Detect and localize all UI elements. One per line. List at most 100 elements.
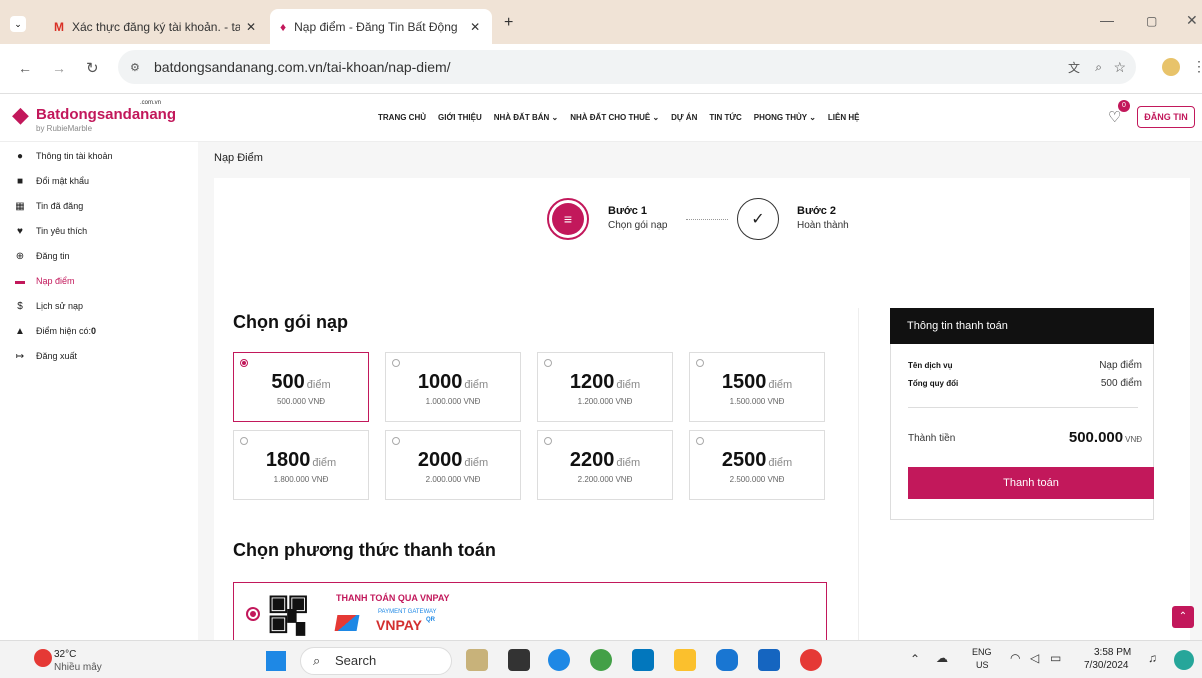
package-1500[interactable]: 1500 điểm 1.500.000 VNĐ xyxy=(689,352,825,422)
vnpay-qr: QR xyxy=(426,617,435,623)
main-nav: TRANG CHỦ GIỚI THIỆU NHÀ ĐẤT BÁN ⌄ NHÀ Đ… xyxy=(378,113,859,122)
nav-item[interactable]: NHÀ ĐẤT BÁN ⌄ xyxy=(494,113,559,122)
close-icon[interactable]: ✕ xyxy=(246,20,256,34)
sidebar-item-change-password[interactable]: ■ Đổi mật khẩu xyxy=(14,173,89,189)
windows-taskbar: 32°C Nhiều mây ⌕ Search ⌃ ☁ ENG US ◠ ◁ ▭… xyxy=(0,640,1202,678)
url-field[interactable]: ⚙ batdongsandanang.com.vn/tai-khoan/nap-… xyxy=(118,50,1136,84)
package-2500[interactable]: 2500 điểm 2.500.000 VNĐ xyxy=(689,430,825,500)
translate-icon[interactable]: 文 xyxy=(1068,59,1080,76)
lock-icon: ■ xyxy=(16,175,24,187)
task-view-icon[interactable] xyxy=(508,649,530,671)
fav-count-badge: 0 xyxy=(1118,100,1130,112)
back-icon[interactable]: ← xyxy=(18,60,32,76)
widgets-icon[interactable] xyxy=(466,649,488,671)
package-500[interactable]: 500 điểm 500.000 VNĐ xyxy=(233,352,369,422)
step-2-desc: Hoàn thành xyxy=(797,220,849,231)
taskbar-search[interactable]: ⌕ Search xyxy=(300,647,452,675)
nav-item[interactable]: GIỚI THIỆU xyxy=(438,113,482,122)
sidebar-item-account-info[interactable]: ● Thông tin tài khoản xyxy=(14,148,113,164)
tab-active[interactable]: ♦ Nạp điểm - Đăng Tin Bất Động ✕ xyxy=(270,9,492,44)
step-1-title: Bước 1 xyxy=(608,205,648,217)
close-icon[interactable]: ✕ xyxy=(470,20,480,34)
pay-button[interactable]: Thanh toán xyxy=(908,467,1154,499)
profile-avatar-icon[interactable] xyxy=(1162,58,1180,76)
window-close-icon[interactable]: ✕ xyxy=(1186,12,1198,29)
package-radio[interactable] xyxy=(544,359,552,367)
nav-item[interactable]: NHÀ ĐẤT CHO THUÊ ⌄ xyxy=(570,113,659,122)
package-radio[interactable] xyxy=(696,437,704,445)
battery-icon[interactable]: ▭ xyxy=(1050,651,1061,665)
package-1000[interactable]: 1000 điểm 1.000.000 VNĐ xyxy=(385,352,521,422)
package-price: 2.000.000 VNĐ xyxy=(425,475,481,484)
nav-item[interactable]: TIN TỨC xyxy=(709,113,741,122)
chrome-icon[interactable] xyxy=(590,649,612,671)
site-info-icon[interactable]: ⚙ xyxy=(130,61,140,74)
package-radio[interactable] xyxy=(544,437,552,445)
store-icon[interactable] xyxy=(632,649,654,671)
package-1200[interactable]: 1200 điểm 1.200.000 VNĐ xyxy=(537,352,673,422)
package-radio[interactable] xyxy=(392,437,400,445)
windows-start-icon[interactable] xyxy=(266,651,286,671)
sidebar-item-top-up[interactable]: ▬ Nạp điểm xyxy=(14,273,75,289)
scroll-to-top-button[interactable]: ⌃ xyxy=(1172,606,1194,628)
vnpay-method[interactable]: ▣▣ ▣▚ THANH TOÁN QUA VNPAY PAYMENT GATEWA… xyxy=(233,582,827,640)
new-tab-icon[interactable]: + xyxy=(504,14,513,32)
edge-icon[interactable] xyxy=(548,649,570,671)
copilot-icon[interactable] xyxy=(1174,650,1194,670)
forward-icon[interactable]: → xyxy=(52,60,66,76)
package-radio[interactable] xyxy=(240,437,248,445)
file-explorer-icon[interactable] xyxy=(674,649,696,671)
zalo-icon[interactable] xyxy=(716,649,738,671)
nav-item[interactable]: TRANG CHỦ xyxy=(378,113,426,122)
zoom-icon[interactable]: ⌕ xyxy=(1095,60,1102,75)
restore-icon[interactable]: ▢ xyxy=(1146,14,1157,28)
reload-icon[interactable]: ↻ xyxy=(86,59,99,77)
chrome-alt-icon[interactable] xyxy=(800,649,822,671)
notification-bell-icon[interactable]: ♫ xyxy=(1148,651,1157,665)
package-1800[interactable]: 1800 điểm 1.800.000 VNĐ xyxy=(233,430,369,500)
step-2-title: Bước 2 xyxy=(797,205,837,217)
package-radio[interactable] xyxy=(392,359,400,367)
site-header: ◆ .com.vn Batdongsandanang by RubieMarbl… xyxy=(0,94,1202,142)
vnpay-mark-icon xyxy=(334,615,360,631)
chevron-down-icon: ⌄ xyxy=(652,113,660,122)
sidebar-item-history[interactable]: $ Lịch sử nạp xyxy=(14,298,83,314)
points-value: 0 xyxy=(91,326,97,336)
menu-icon[interactable]: ⋮ xyxy=(1192,58,1202,75)
total-unit: VNĐ xyxy=(1125,435,1142,444)
tab-gmail[interactable]: M Xác thực đăng ký tài khoản. - ta ✕ xyxy=(44,9,266,44)
vnpay-title: THANH TOÁN QUA VNPAY xyxy=(336,593,450,603)
package-2200[interactable]: 2200 điểm 2.200.000 VNĐ xyxy=(537,430,673,500)
exchange-value: 500 điểm xyxy=(1100,378,1142,389)
tab-search-icon[interactable]: ⌄ xyxy=(10,16,26,32)
wifi-icon[interactable]: ◠ xyxy=(1010,651,1020,665)
volume-icon[interactable]: ◁ xyxy=(1030,651,1039,665)
nav-item[interactable]: LIÊN HỆ xyxy=(828,113,860,122)
method-radio[interactable] xyxy=(246,607,260,621)
sidebar-item-logout[interactable]: ↦ Đăng xuất xyxy=(14,348,77,364)
word-icon[interactable] xyxy=(758,649,780,671)
nav-item[interactable]: DỰ ÁN xyxy=(671,113,697,122)
post-button[interactable]: ĐĂNG TIN xyxy=(1137,106,1195,128)
site-logo[interactable]: ◆ .com.vn Batdongsandanang by RubieMarbl… xyxy=(12,100,182,136)
cloud-icon[interactable]: ☁ xyxy=(936,651,948,665)
lang-1[interactable]: ENG xyxy=(972,647,992,657)
clock-time[interactable]: 3:58 PM xyxy=(1094,647,1131,658)
package-radio[interactable] xyxy=(696,359,704,367)
weather-icon[interactable] xyxy=(34,649,52,667)
package-radio[interactable] xyxy=(240,359,248,367)
bookmark-star-icon[interactable]: ☆ xyxy=(1113,59,1126,76)
weather-temp: 32°C xyxy=(54,649,77,660)
minimize-icon[interactable]: — xyxy=(1100,12,1114,28)
exchange-label: Tổng quy đổi xyxy=(908,379,959,388)
lang-2[interactable]: US xyxy=(976,660,989,670)
tray-chevron-icon[interactable]: ⌃ xyxy=(910,652,920,666)
sidebar-item-favorites[interactable]: ♥ Tin yêu thích xyxy=(14,223,87,239)
sidebar-item-post[interactable]: ⊕ Đăng tin xyxy=(14,248,70,264)
sidebar-item-posted[interactable]: ▦ Tin đã đăng xyxy=(14,198,83,214)
clock-date[interactable]: 7/30/2024 xyxy=(1084,660,1129,671)
nav-item[interactable]: PHONG THỦY ⌄ xyxy=(754,113,816,122)
package-2000[interactable]: 2000 điểm 2.000.000 VNĐ xyxy=(385,430,521,500)
vnpay-logo: PAYMENT GATEWAY VNPAY QR xyxy=(334,607,486,637)
heart-icon: ♥ xyxy=(17,225,23,237)
